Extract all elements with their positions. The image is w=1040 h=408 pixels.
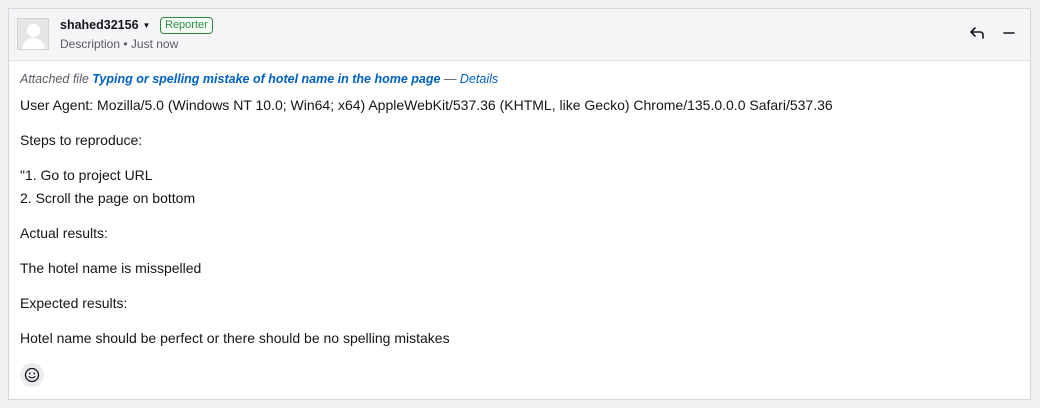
actual-text: The hotel name is misspelled: [20, 260, 202, 276]
reporter-badge: Reporter: [160, 17, 213, 34]
comment-body: Attached file Typing or spelling mistake…: [9, 61, 1030, 350]
avatar[interactable]: [17, 18, 49, 50]
author-menu[interactable]: shahed32156 ▼: [60, 18, 150, 32]
step-2: 2. Scroll the page on bottom: [20, 190, 196, 206]
actual-heading: Actual results:: [20, 225, 108, 241]
attachment-link[interactable]: Typing or spelling mistake of hotel name…: [92, 72, 440, 86]
details-link[interactable]: Details: [460, 72, 498, 86]
expected-heading: Expected results:: [20, 295, 128, 311]
collapse-icon[interactable]: [1000, 24, 1018, 42]
author-name: shahed32156: [60, 18, 139, 32]
expected-text: Hotel name should be perfect or there sh…: [20, 330, 450, 346]
comment-card: shahed32156 ▼ Reporter Description • Just…: [8, 8, 1031, 400]
chevron-down-icon: ▼: [142, 21, 151, 31]
attachment-separator: —: [440, 72, 460, 86]
reply-icon[interactable]: [968, 24, 986, 42]
step-1: "1. Go to project URL: [20, 167, 153, 183]
attachment-line: Attached file Typing or spelling mistake…: [20, 72, 1019, 86]
steps-heading: Steps to reproduce:: [20, 132, 143, 148]
comment-meta: Description • Just now: [60, 37, 179, 51]
user-agent-text: User Agent: Mozilla/5.0 (Windows NT 10.0…: [20, 97, 833, 113]
attachment-prefix: Attached file: [20, 72, 93, 86]
smiley-icon[interactable]: [20, 363, 44, 387]
comment-header: shahed32156 ▼ Reporter Description • Just…: [9, 9, 1030, 61]
